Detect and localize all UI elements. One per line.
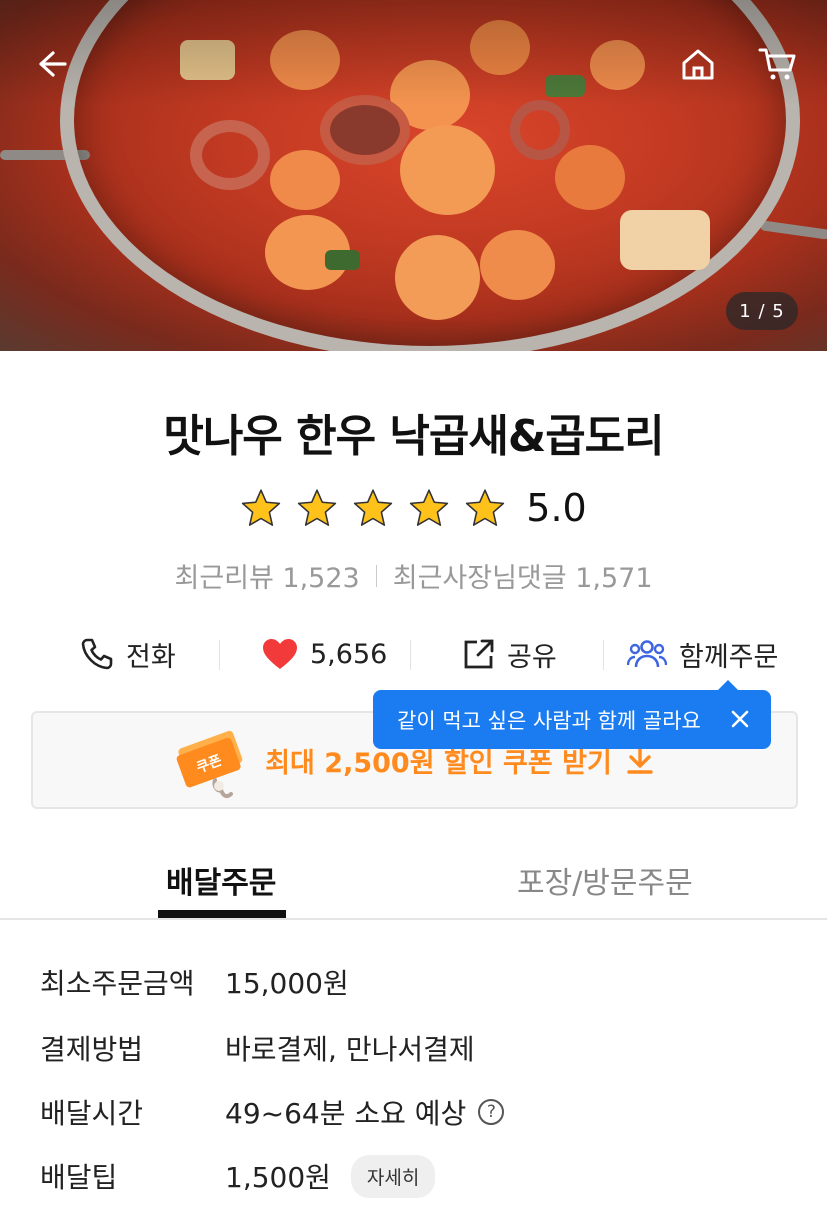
payment-row: 결제방법 바로결제, 만나서결제 xyxy=(40,1026,475,1070)
share-label: 공유 xyxy=(507,641,557,673)
close-icon[interactable] xyxy=(729,708,751,730)
group-users-icon xyxy=(627,640,667,668)
delivery-time-value-wrap: 49~64분 소요 예상 ? xyxy=(225,1092,505,1132)
help-icon[interactable]: ? xyxy=(478,1099,505,1125)
delivery-tip-value-wrap: 1,500원 자세히 xyxy=(225,1154,436,1198)
order-type-tabs: 배달주문 포장/방문주문 xyxy=(0,840,827,920)
delivery-time-label: 배달시간 xyxy=(40,1097,144,1130)
cart-button[interactable] xyxy=(752,38,804,90)
divider xyxy=(410,640,411,670)
tooltip-text: 같이 먹고 싶은 사람과 함께 골라요 xyxy=(397,708,701,733)
divider xyxy=(603,640,604,670)
delivery-tip-row: 배달팁 1,500원 자세히 xyxy=(40,1154,436,1198)
share-icon xyxy=(464,639,494,669)
star-icon xyxy=(466,489,505,526)
group-order-label: 함께주문 xyxy=(679,641,779,673)
min-order-value: 15,000원 xyxy=(225,967,349,1000)
cart-icon xyxy=(758,48,796,80)
hero-image[interactable]: 1 / 5 xyxy=(0,0,827,351)
delivery-tip-value: 1,500원 xyxy=(225,1161,331,1194)
call-label: 전화 xyxy=(126,641,176,673)
call-button[interactable]: 전화 xyxy=(80,628,176,680)
store-name: 맛나우 한우 낙곱새&곱도리 xyxy=(163,411,664,462)
like-button[interactable]: 5,656 xyxy=(262,628,387,680)
rating-row[interactable]: 5.0 xyxy=(0,486,827,530)
star-icon xyxy=(354,489,393,526)
tab-pickup[interactable]: 포장/방문주문 xyxy=(517,858,693,902)
group-order-tooltip: 같이 먹고 싶은 사람과 함께 골라요 xyxy=(373,680,771,749)
divider xyxy=(219,640,220,670)
home-icon xyxy=(682,49,714,80)
star-icon xyxy=(410,489,449,526)
action-row: 전화 5,656 공유 함께주문 xyxy=(0,628,827,680)
star-icon xyxy=(242,489,281,526)
delivery-time-value: 49~64분 소요 예상 xyxy=(225,1097,467,1130)
recent-reviews-count[interactable]: 최근리뷰 1,523 xyxy=(174,556,359,595)
group-order-button[interactable]: 함께주문 xyxy=(627,628,778,680)
back-arrow-icon xyxy=(39,51,67,77)
phone-icon xyxy=(81,638,113,670)
min-order-label: 최소주문금액 xyxy=(40,967,195,1000)
payment-label: 결제방법 xyxy=(40,1033,144,1066)
coupon-ticket-icon: 쿠폰 xyxy=(176,730,243,799)
min-order-row: 최소주문금액 15,000원 xyxy=(40,960,349,1004)
rating-score: 5.0 xyxy=(526,486,587,530)
divider xyxy=(375,564,377,587)
active-tab-indicator xyxy=(158,910,286,918)
back-button[interactable] xyxy=(24,38,76,90)
share-button[interactable]: 공유 xyxy=(463,628,557,680)
like-count: 5,656 xyxy=(310,638,388,670)
delivery-tip-label: 배달팁 xyxy=(40,1161,118,1194)
review-summary[interactable]: 최근리뷰 1,523 최근사장님댓글 1,571 xyxy=(0,556,827,595)
owner-replies-count[interactable]: 최근사장님댓글 1,571 xyxy=(393,556,653,595)
image-counter: 1 / 5 xyxy=(726,292,798,330)
detail-button[interactable]: 자세히 xyxy=(350,1154,436,1198)
star-icon xyxy=(298,489,337,526)
delivery-time-row: 배달시간 49~64분 소요 예상 ? xyxy=(40,1090,505,1134)
payment-value: 바로결제, 만나서결제 xyxy=(225,1033,475,1066)
tab-delivery[interactable]: 배달주문 xyxy=(166,858,276,902)
heart-icon xyxy=(263,639,297,669)
home-button[interactable] xyxy=(672,38,724,90)
download-arrow-icon xyxy=(627,746,653,774)
